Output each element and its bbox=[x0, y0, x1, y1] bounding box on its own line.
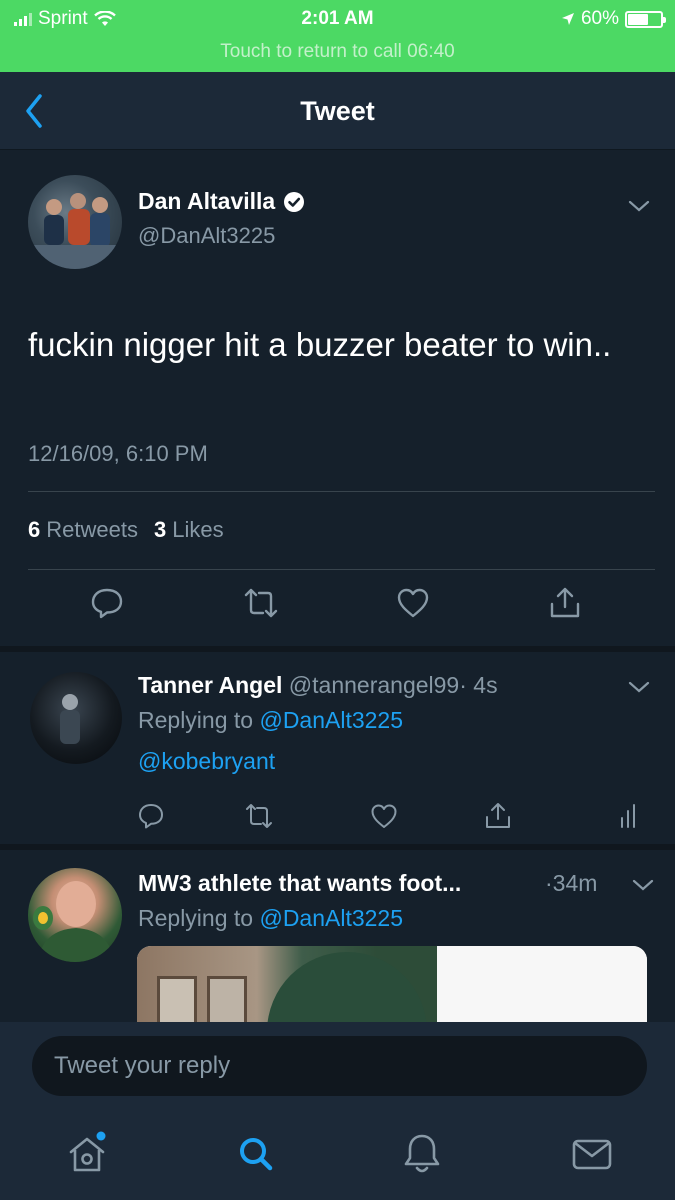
return-to-call-banner[interactable]: Touch to return to call 06:40 bbox=[0, 41, 675, 63]
avatar-photo bbox=[28, 193, 122, 269]
messages-icon[interactable] bbox=[568, 1130, 616, 1178]
replying-to-link[interactable]: @DanAlt3225 bbox=[259, 905, 403, 931]
reply-avatar[interactable] bbox=[28, 868, 122, 962]
tweet-text: fuckin nigger hit a buzzer beater to win… bbox=[28, 326, 612, 363]
analytics-icon[interactable] bbox=[616, 802, 644, 830]
tab-bar bbox=[0, 1110, 675, 1200]
retweet-icon[interactable] bbox=[245, 802, 273, 830]
like-icon[interactable] bbox=[370, 802, 398, 830]
battery-percent: 60% bbox=[580, 8, 619, 29]
reply-composer bbox=[0, 1022, 675, 1110]
author-avatar[interactable] bbox=[28, 175, 122, 269]
tweet-reply-input[interactable] bbox=[32, 1036, 647, 1096]
reply-header: Tanner Angel @tannerangel99· 4s bbox=[138, 672, 498, 699]
likes-stat[interactable]: 3 Likes bbox=[154, 517, 224, 543]
location-arrow-icon bbox=[561, 13, 574, 25]
reply-time: · 4s bbox=[459, 672, 498, 698]
share-icon[interactable] bbox=[484, 802, 512, 830]
battery-icon bbox=[625, 10, 666, 28]
media-wall bbox=[437, 946, 647, 1022]
battery-info: 60% bbox=[561, 8, 666, 30]
avatar-photo bbox=[60, 694, 80, 744]
chevron-down-icon[interactable] bbox=[632, 878, 654, 892]
reply-icon[interactable] bbox=[90, 586, 124, 620]
retweets-stat[interactable]: 6 Retweets bbox=[28, 517, 138, 543]
avatar-photo bbox=[33, 881, 114, 962]
reply-actions bbox=[0, 802, 675, 836]
media-frame bbox=[157, 976, 197, 1022]
verified-icon bbox=[284, 191, 305, 212]
reply-author-name[interactable]: MW3 athlete that wants foot... bbox=[138, 870, 461, 896]
reply-author-handle[interactable]: @tannerangel99 bbox=[289, 672, 459, 698]
reply-item[interactable]: Tanner Angel @tannerangel99· 4s Replying… bbox=[0, 652, 675, 844]
reply-author-name[interactable]: Tanner Angel bbox=[138, 672, 282, 698]
page-title: Tweet bbox=[300, 96, 375, 126]
replying-to-link[interactable]: @DanAlt3225 bbox=[259, 707, 403, 733]
home-icon[interactable] bbox=[63, 1130, 111, 1178]
reply-text-mention[interactable]: @kobebryant bbox=[138, 748, 275, 775]
reply-media-image[interactable] bbox=[137, 946, 647, 1022]
author-name-text: Dan Altavilla bbox=[138, 188, 276, 214]
media-frame bbox=[207, 976, 247, 1022]
replying-to-label: Replying to bbox=[138, 905, 254, 931]
reply-header: MW3 athlete that wants foot... bbox=[138, 870, 461, 897]
share-icon[interactable] bbox=[548, 586, 582, 620]
chevron-down-icon[interactable] bbox=[628, 680, 650, 694]
author-handle[interactable]: @DanAlt3225 bbox=[138, 223, 275, 249]
search-icon[interactable] bbox=[232, 1130, 280, 1178]
like-icon[interactable] bbox=[396, 586, 430, 620]
replying-to: Replying to @DanAlt3225 bbox=[138, 905, 403, 932]
tweet-timestamp: 12/16/09, 6:10 PM bbox=[28, 441, 208, 466]
chevron-down-icon[interactable] bbox=[628, 199, 650, 213]
retweets-label: Retweets bbox=[46, 517, 138, 542]
likes-label: Likes bbox=[172, 517, 224, 542]
likes-count: 3 bbox=[153, 517, 167, 542]
author-name[interactable]: Dan Altavilla bbox=[138, 188, 305, 215]
retweet-icon[interactable] bbox=[244, 586, 278, 620]
main-tweet: Dan Altavilla @DanAlt3225 fuckin nigger … bbox=[0, 151, 675, 646]
notifications-icon[interactable] bbox=[398, 1130, 446, 1178]
reply-avatar[interactable] bbox=[30, 672, 122, 764]
tweet-stats: 6 Retweets 3 Likes bbox=[28, 517, 224, 543]
replying-to-label: Replying to bbox=[138, 707, 254, 733]
divider bbox=[28, 569, 655, 570]
divider bbox=[28, 491, 655, 492]
replying-to: Replying to @DanAlt3225 bbox=[138, 707, 403, 734]
status-bar: Sprint 2:01 AM 60% Touch to return to ca… bbox=[0, 0, 675, 72]
tweet-actions bbox=[0, 586, 675, 628]
navigation-bar: Tweet bbox=[0, 72, 675, 150]
reply-item[interactable]: MW3 athlete that wants foot... ·34m Repl… bbox=[0, 850, 675, 1022]
reply-time: ·34m bbox=[545, 870, 598, 896]
reply-icon[interactable] bbox=[137, 802, 165, 830]
retweets-count: 6 bbox=[28, 517, 41, 542]
